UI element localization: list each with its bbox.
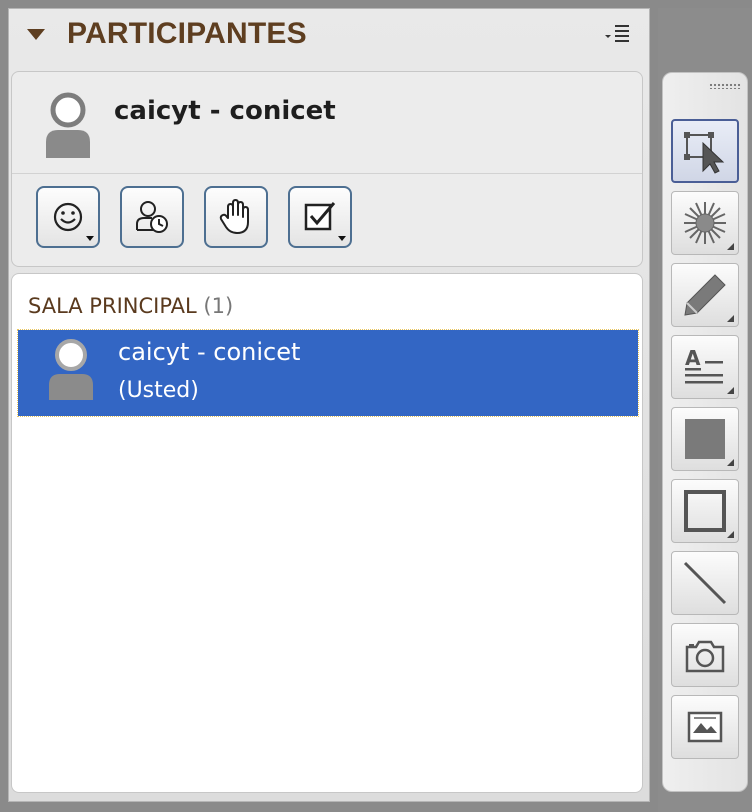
dropdown-corner-icon [727,315,734,322]
step-away-button[interactable] [120,186,184,248]
smiley-icon [53,202,83,232]
panel-title: PARTICIPANTES [67,17,307,50]
svg-text:A: A [685,346,701,370]
whiteboard-toolbar: A [662,72,748,792]
filled-shape-tool[interactable] [671,407,739,471]
diagonal-line-icon [683,561,727,605]
dropdown-corner-icon [727,459,734,466]
panel-header: PARTICIPANTES [9,9,649,65]
participants-list: SALA PRINCIPAL (1) caicyt - conicet (Ust… [11,273,643,793]
dropdown-corner-icon [727,531,734,538]
divider [12,173,642,174]
user-clock-icon [136,201,168,233]
hand-icon [219,199,249,234]
participants-panel: PARTICIPANTES caicyt - conicet SALA PRIN… [8,8,650,802]
user-silhouette-icon [40,90,96,160]
dropdown-corner-icon [727,387,734,394]
dropdown-caret-icon [86,236,94,241]
line-tool[interactable] [671,551,739,615]
dropdown-corner-icon [727,243,734,250]
list-item[interactable]: caicyt - conicet (Usted) [17,329,639,417]
list-menu-icon[interactable] [603,23,633,47]
room-header: SALA PRINCIPAL (1) [28,294,233,318]
shape-outline-tool[interactable] [671,479,739,543]
camera-icon [685,640,725,673]
triangle-down-icon[interactable] [27,29,45,40]
participant-name: caicyt - conicet [118,338,301,366]
pencil-icon [684,274,726,316]
room-label: SALA PRINCIPAL [28,294,197,318]
filled-square-icon [685,419,725,459]
starburst-icon [684,202,726,244]
participant-role: (Usted) [118,378,199,403]
raise-hand-button[interactable] [204,186,268,248]
current-user-name: caicyt - conicet [114,96,336,126]
select-arrow-icon [684,132,725,174]
picture-icon [687,711,723,743]
selection-tool[interactable] [671,119,739,183]
dropdown-caret-icon [338,236,346,241]
drag-grip-icon[interactable] [709,83,741,89]
text-tool[interactable]: A [671,335,739,399]
user-silhouette-icon [44,336,98,402]
current-user-box: caicyt - conicet [11,71,643,267]
highlight-tool[interactable] [671,191,739,255]
square-outline-icon [684,490,726,532]
image-tool[interactable] [671,695,739,759]
room-count: (1) [203,294,234,318]
pencil-tool[interactable] [671,263,739,327]
status-button[interactable] [36,186,100,248]
snapshot-tool[interactable] [671,623,739,687]
agree-button[interactable] [288,186,352,248]
checkbox-icon [304,202,336,231]
text-lines-icon: A [685,346,723,384]
